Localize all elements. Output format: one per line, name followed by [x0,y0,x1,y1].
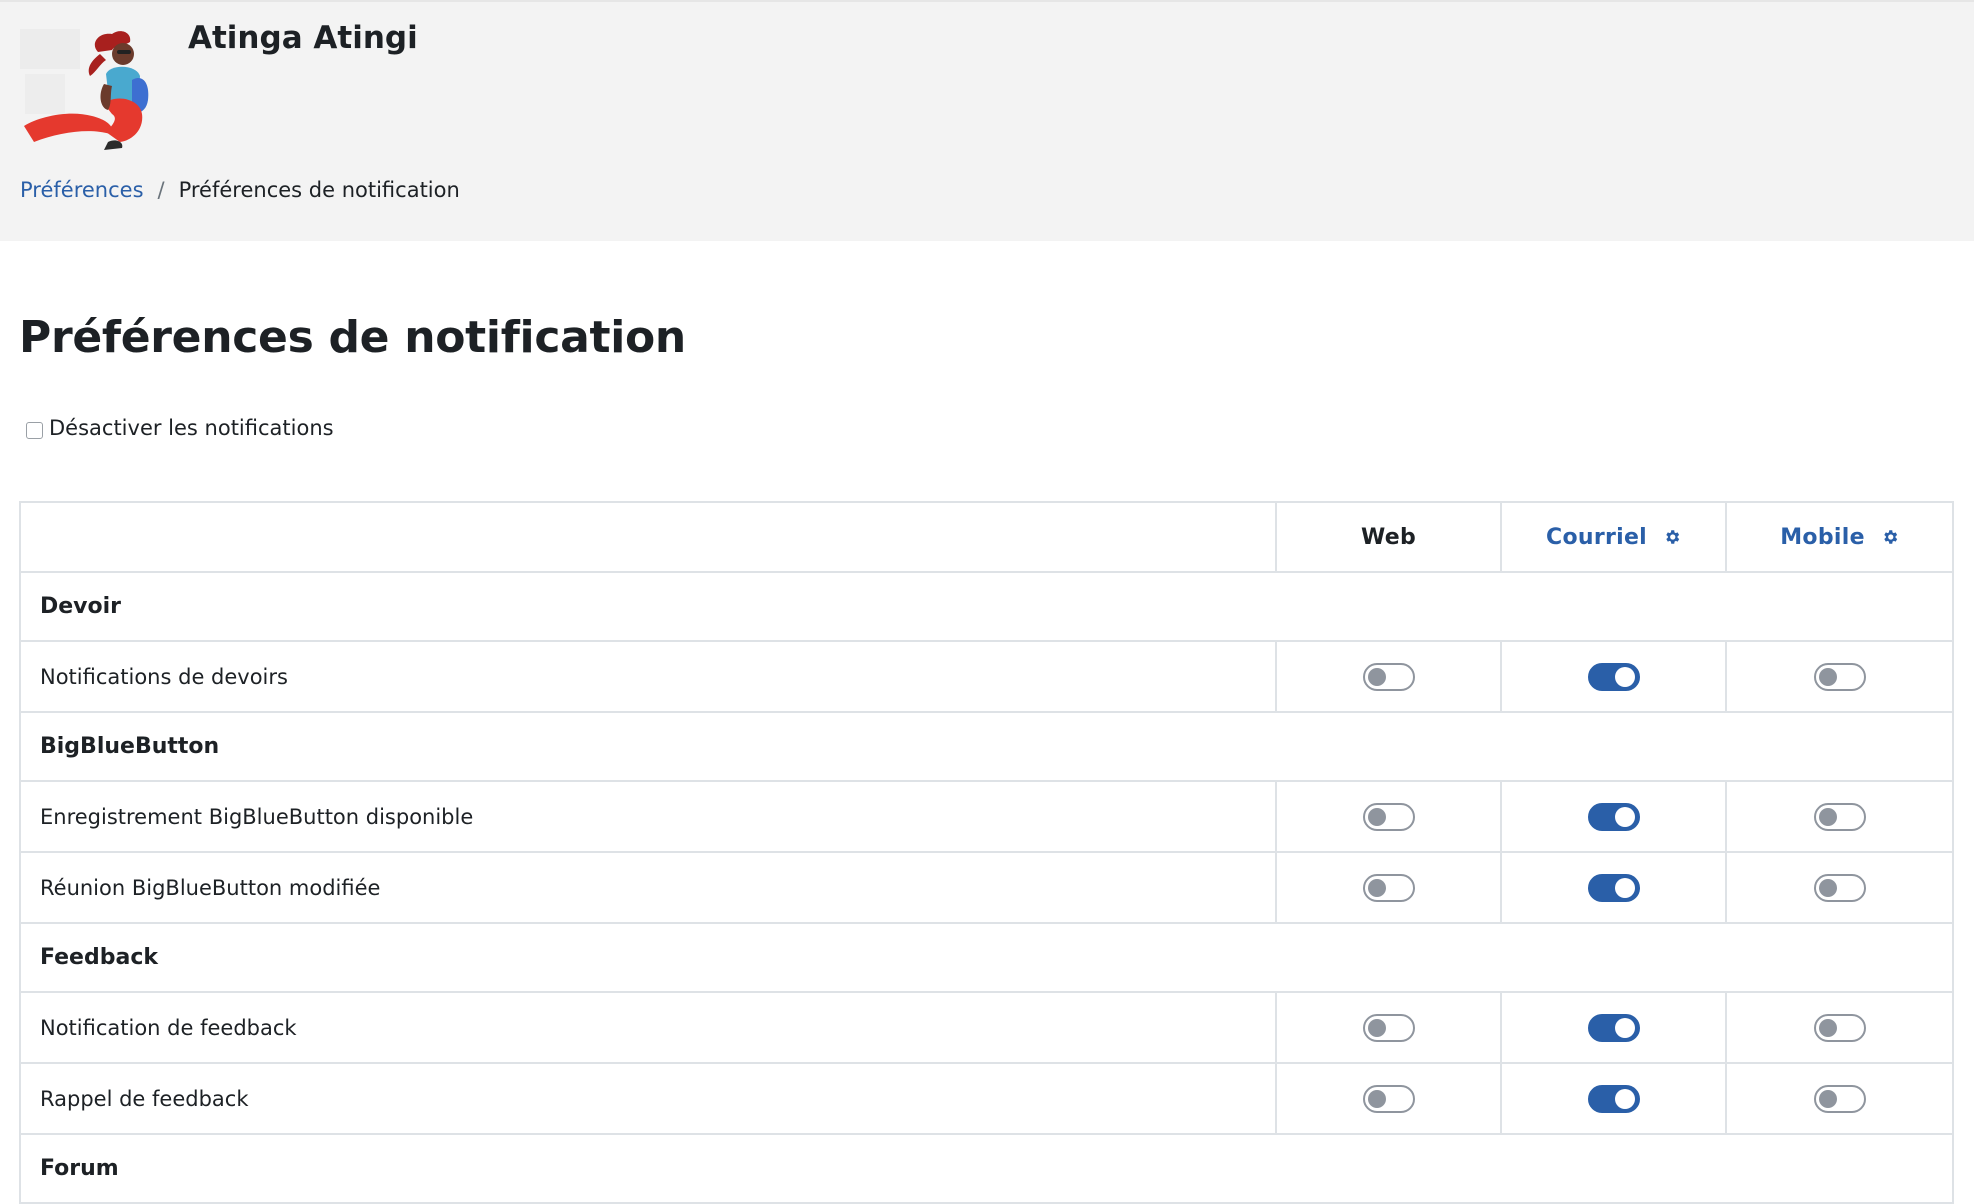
mobile-toggle[interactable] [1813,1084,1866,1113]
email-toggle[interactable] [1587,1013,1640,1042]
toggle-knob [1614,1088,1635,1109]
header-empty-cell [19,501,1277,573]
group-name: Devoir [19,571,1954,642]
toggle-knob [1367,807,1386,826]
web-toggle[interactable] [1362,662,1415,691]
mobile-toggle[interactable] [1813,802,1866,831]
email-toggle[interactable] [1587,873,1640,902]
toggle-cell-email [1500,851,1727,924]
toggle-knob [1818,878,1837,897]
toggle-knob [1367,1089,1386,1108]
toggle-knob [1818,1089,1837,1108]
table-row: Rappel de feedback [19,1062,1954,1135]
email-toggle[interactable] [1587,1084,1640,1113]
table-row: Notifications de devoirs [19,640,1954,713]
column-header-mobile[interactable]: Mobile [1725,501,1954,573]
column-header-web: Web [1275,501,1502,573]
group-name: Feedback [19,922,1954,993]
group-name: Forum [19,1133,1954,1204]
toggle-knob [1818,1018,1837,1037]
disable-notifications-label: Désactiver les notifications [49,416,334,440]
breadcrumb-link-preferences[interactable]: Préférences [20,178,144,202]
disable-notifications-option[interactable]: Désactiver les notifications [26,416,334,440]
group-row: Forum [19,1133,1954,1204]
toggle-cell-web [1275,780,1502,853]
table-row: Enregistrement BigBlueButton disponible [19,780,1954,853]
notification-label: Réunion BigBlueButton modifiée [19,851,1277,924]
toggle-knob [1614,666,1635,687]
gear-icon[interactable] [1663,528,1681,546]
toggle-cell-mobile [1725,1062,1954,1135]
toggle-cell-web [1275,640,1502,713]
column-header-email-label[interactable]: Courriel [1546,525,1647,550]
toggle-knob [1818,667,1837,686]
web-toggle[interactable] [1362,873,1415,902]
notification-preferences-table: Web Courriel Mobile Devoir Notifications … [19,501,1954,1204]
page-header: Atinga Atingi Préférences / Préférences … [0,0,1974,241]
page-title: Préférences de notification [19,312,686,363]
email-toggle[interactable] [1587,662,1640,691]
notification-label: Notification de feedback [19,991,1277,1064]
email-toggle[interactable] [1587,802,1640,831]
toggle-knob [1614,877,1635,898]
breadcrumb-separator: / [157,178,165,202]
toggle-cell-mobile [1725,851,1954,924]
notification-label: Enregistrement BigBlueButton disponible [19,780,1277,853]
mobile-toggle[interactable] [1813,1013,1866,1042]
toggle-cell-web [1275,991,1502,1064]
notification-label: Notifications de devoirs [19,640,1277,713]
toggle-cell-email [1500,780,1727,853]
gear-icon[interactable] [1881,528,1899,546]
toggle-cell-mobile [1725,640,1954,713]
toggle-knob [1367,1018,1386,1037]
user-avatar[interactable] [20,24,175,164]
toggle-cell-email [1500,640,1727,713]
toggle-cell-mobile [1725,991,1954,1064]
group-row: Devoir [19,571,1954,642]
toggle-cell-email [1500,1062,1727,1135]
group-row: Feedback [19,922,1954,993]
group-row: BigBlueButton [19,711,1954,782]
toggle-cell-web [1275,1062,1502,1135]
toggle-cell-mobile [1725,780,1954,853]
group-name: BigBlueButton [19,711,1954,782]
disable-notifications-checkbox[interactable] [26,421,43,439]
column-header-email[interactable]: Courriel [1500,501,1727,573]
mobile-toggle[interactable] [1813,873,1866,902]
toggle-cell-email [1500,991,1727,1064]
breadcrumb: Préférences / Préférences de notificatio… [20,178,460,202]
toggle-knob [1818,807,1837,826]
notification-label: Rappel de feedback [19,1062,1277,1135]
table-row: Notification de feedback [19,991,1954,1064]
web-toggle[interactable] [1362,1013,1415,1042]
breadcrumb-current: Préférences de notification [178,178,460,202]
table-row: Réunion BigBlueButton modifiée [19,851,1954,924]
toggle-knob [1367,878,1386,897]
table-header-row: Web Courriel Mobile [19,501,1954,573]
toggle-knob [1614,1017,1635,1038]
toggle-cell-web [1275,851,1502,924]
web-toggle[interactable] [1362,1084,1415,1113]
column-header-mobile-label[interactable]: Mobile [1780,525,1865,550]
mobile-toggle[interactable] [1813,662,1866,691]
user-name: Atinga Atingi [188,20,418,56]
web-toggle[interactable] [1362,802,1415,831]
toggle-knob [1367,667,1386,686]
preferences-body: Devoir Notifications de devoirs BigBlueBut… [19,571,1954,1204]
toggle-knob [1614,806,1635,827]
